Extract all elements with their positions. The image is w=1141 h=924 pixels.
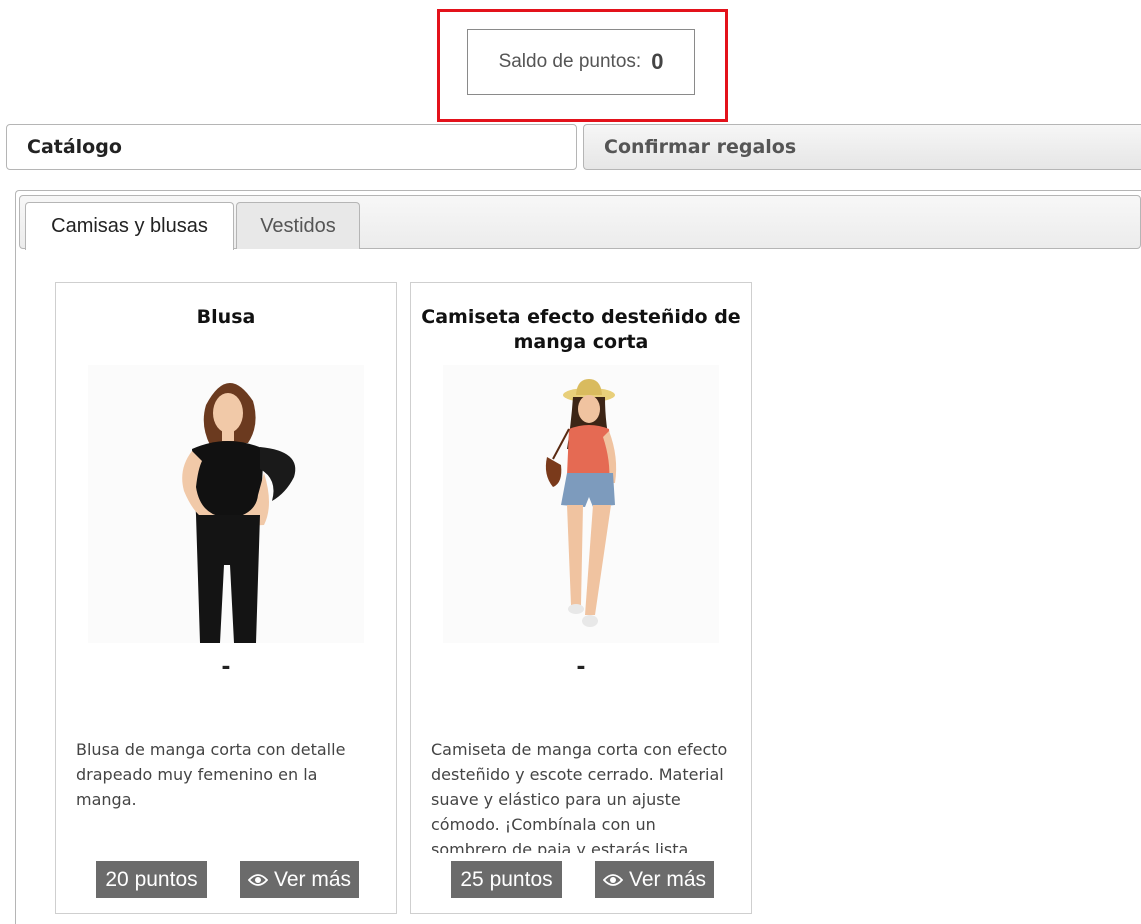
- product-image[interactable]: [443, 365, 719, 643]
- tab-category-shirts-label: Camisas y blusas: [51, 215, 208, 237]
- product-card: Blusa - Blusa de manga corta con detalle…: [55, 282, 397, 914]
- points-balance: Saldo de puntos: 0: [467, 29, 695, 95]
- points-button[interactable]: 25 puntos: [451, 861, 562, 898]
- blouse-model-image: [88, 365, 364, 643]
- view-more-button[interactable]: Ver más: [595, 861, 714, 898]
- eye-icon: [602, 873, 623, 887]
- product-dash: -: [221, 655, 231, 680]
- points-button-label: 20 puntos: [105, 867, 198, 891]
- points-balance-label: Saldo de puntos:: [498, 51, 642, 72]
- tab-category-shirts[interactable]: Camisas y blusas: [25, 202, 234, 250]
- eye-icon: [247, 873, 268, 887]
- points-button-label: 25 puntos: [460, 867, 553, 891]
- tab-confirm-gifts[interactable]: Confirmar regalos: [583, 124, 1141, 170]
- tab-catalog-label: Catálogo: [27, 136, 122, 158]
- tab-category-dresses-label: Vestidos: [260, 214, 336, 237]
- product-title: Camiseta efecto desteñido de manga corta: [421, 306, 741, 353]
- view-more-label: Ver más: [273, 867, 352, 891]
- product-card: Camiseta efecto desteñido de manga corta: [410, 282, 752, 914]
- tab-confirm-gifts-label: Confirmar regalos: [604, 136, 797, 158]
- product-dash: -: [576, 655, 586, 680]
- product-description: Blusa de manga corta con detalle drapead…: [76, 740, 346, 809]
- product-image[interactable]: [88, 365, 364, 643]
- tab-category-dresses[interactable]: Vestidos: [236, 202, 360, 249]
- view-more-label: Ver más: [628, 867, 707, 891]
- tab-catalog[interactable]: Catálogo: [6, 124, 577, 170]
- tshirt-model-image: [443, 365, 719, 643]
- points-button[interactable]: 20 puntos: [96, 861, 207, 898]
- view-more-button[interactable]: Ver más: [240, 861, 359, 898]
- product-title: Blusa: [196, 306, 256, 328]
- points-balance-value: 0: [651, 49, 664, 74]
- product-description: Camiseta de manga corta con efecto deste…: [431, 740, 728, 853]
